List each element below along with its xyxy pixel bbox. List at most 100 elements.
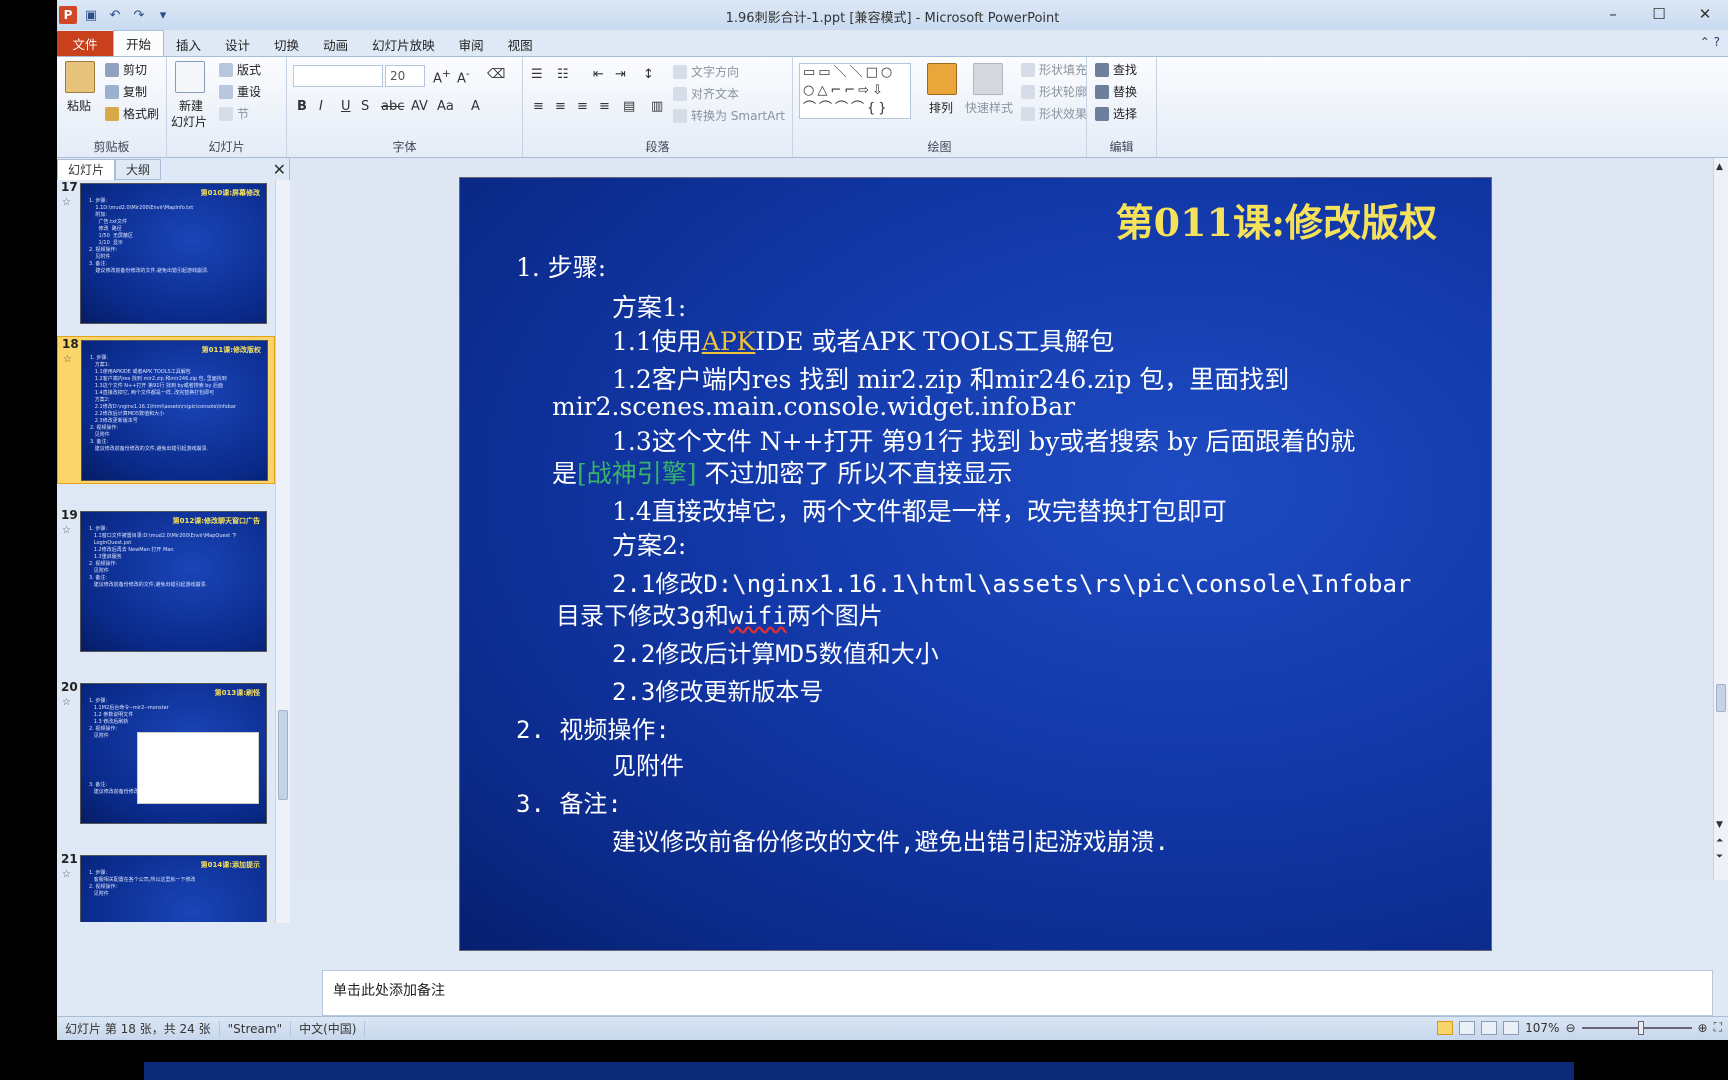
tab-outline[interactable]: 大纲	[115, 158, 162, 180]
normal-view-icon[interactable]	[1437, 1020, 1454, 1035]
slide-thumbnail-19[interactable]: 19 ☆ 第012课:修改聊天窗口广告 1. 步骤: 1.1窗口文件被置目录:D…	[57, 508, 275, 656]
scroll-down-icon[interactable]: ▼	[1716, 820, 1723, 830]
redo-icon[interactable]: ↷	[129, 5, 149, 25]
replace-button[interactable]: 替换	[1095, 83, 1137, 100]
italic-icon[interactable]: I	[319, 99, 323, 114]
align-center-icon[interactable]: ≡	[555, 99, 566, 114]
tab-insert[interactable]: 插入	[164, 32, 213, 56]
layout-icon	[219, 62, 233, 77]
shadow-icon[interactable]: S	[361, 99, 369, 114]
select-button[interactable]: 选择	[1095, 105, 1137, 122]
tab-transitions[interactable]: 切换	[262, 32, 311, 56]
slide-thumbnail-21[interactable]: 21 ☆ 第014课:添加提示 1. 步骤: 客服相关配置在各个公司,所以这里就…	[57, 852, 275, 922]
arrange-button[interactable]: 排列	[929, 99, 953, 116]
increase-indent-icon[interactable]: ⇥	[615, 67, 626, 82]
previous-slide-icon[interactable]: ⏶	[1716, 836, 1723, 846]
paste-button[interactable]: 粘贴	[67, 97, 91, 114]
tab-design[interactable]: 设计	[213, 32, 262, 56]
text-direction-button[interactable]: 文字方向	[673, 63, 739, 80]
bullets-icon[interactable]: ☰	[531, 67, 543, 82]
tab-slides[interactable]: 幻灯片	[57, 158, 116, 180]
distribute-icon[interactable]: ▤	[623, 99, 635, 114]
slide-title[interactable]: 第011课:修改版权	[1116, 192, 1437, 247]
minimize-button[interactable]: –	[1590, 0, 1636, 28]
zoom-level[interactable]: 107%	[1525, 1021, 1559, 1035]
zoom-slider-knob[interactable]	[1637, 1020, 1644, 1035]
editor-scrollbar[interactable]: ▲ ▼ ⏶ ⏷	[1713, 158, 1728, 880]
tab-animations[interactable]: 动画	[311, 32, 360, 56]
next-slide-icon[interactable]: ⏷	[1716, 852, 1723, 862]
numbering-icon[interactable]: ☷	[557, 67, 569, 82]
notes-pane[interactable]: 单击此处添加备注	[322, 970, 1713, 1016]
apk-link[interactable]: APK	[702, 327, 756, 356]
save-icon[interactable]: ▣	[81, 5, 101, 25]
zoom-out-icon[interactable]: ⊖	[1565, 1021, 1575, 1035]
smartart-button[interactable]: 转换为 SmartArt	[673, 107, 785, 124]
tab-slideshow[interactable]: 幻灯片放映	[360, 32, 447, 56]
cut-button[interactable]: 剪切	[105, 61, 147, 78]
slide-thumbnail-20[interactable]: 20 ☆ 第013课:刷怪 1. 步骤: 1.1M2后台命令--mir2--mo…	[57, 680, 275, 828]
align-right-icon[interactable]: ≡	[577, 99, 588, 114]
line-spacing-icon[interactable]: ↕	[643, 67, 654, 82]
close-button[interactable]: ✕	[1682, 0, 1728, 28]
language[interactable]: 中文(中国)	[291, 1020, 366, 1037]
align-text-button[interactable]: 对齐文本	[673, 85, 739, 102]
bold-icon[interactable]: B	[297, 99, 307, 114]
justify-icon[interactable]: ≡	[599, 99, 610, 114]
paste-icon[interactable]	[65, 61, 95, 93]
maximize-button[interactable]: ☐	[1636, 0, 1682, 28]
font-size-box[interactable]: 20	[385, 65, 425, 87]
tab-view[interactable]: 视图	[496, 32, 545, 56]
close-panel-icon[interactable]: ✕	[273, 160, 286, 179]
new-slide-icon[interactable]	[175, 61, 205, 93]
font-color-icon[interactable]: A	[471, 99, 480, 114]
format-painter-button[interactable]: 格式刷	[105, 105, 159, 122]
new-slide-label-2[interactable]: 幻灯片	[171, 113, 207, 130]
decrease-indent-icon[interactable]: ⇤	[593, 67, 604, 82]
customize-quick-access-icon[interactable]: ▾	[153, 5, 173, 25]
tab-review[interactable]: 审阅	[447, 32, 496, 56]
align-left-icon[interactable]: ≡	[533, 99, 544, 114]
tab-home[interactable]: 开始	[113, 30, 165, 56]
arrange-icon[interactable]	[927, 63, 957, 95]
copy-button[interactable]: 复制	[105, 83, 147, 100]
help-icon[interactable]: ⌃ ?	[1700, 35, 1720, 49]
panel-scrollbar[interactable]	[275, 180, 290, 923]
shapes-gallery[interactable]: ▭▭＼＼□○ ○△⌐⌐⇨⇩ ⌒⌒⌒⌒{}	[799, 63, 911, 119]
slide-thumbnail-17[interactable]: 17 ☆ 第010课:屏幕修改 1. 步骤: 1.1D:\mud2.0\Mir2…	[57, 180, 275, 328]
change-case-icon[interactable]: Aa	[437, 99, 454, 114]
slide-thumbnail-18[interactable]: 18 ☆ 第011课:修改版权 1. 步骤: 方案1: 1.1使用APKIDE …	[57, 336, 275, 484]
zoom-in-icon[interactable]: ⊕	[1698, 1021, 1708, 1035]
shape-effects-button[interactable]: 形状效果	[1021, 105, 1087, 122]
slide-sorter-icon[interactable]	[1459, 1020, 1476, 1035]
undo-icon[interactable]: ↶	[105, 5, 125, 25]
quick-styles-button[interactable]: 快速样式	[965, 99, 1013, 116]
section-button[interactable]: 节	[219, 105, 249, 122]
spacing-icon[interactable]: AV	[411, 99, 428, 114]
clear-format-icon[interactable]: ⌫	[487, 67, 505, 82]
shrink-font-icon[interactable]: A-	[457, 67, 470, 86]
zoom-slider[interactable]	[1581, 1020, 1692, 1035]
reading-view-icon[interactable]	[1481, 1020, 1498, 1035]
shape-outline-button[interactable]: 形状轮廓	[1021, 83, 1087, 100]
fit-to-window-icon[interactable]: ⛶	[1714, 1020, 1722, 1035]
font-name-box[interactable]	[293, 65, 383, 87]
quick-styles-icon[interactable]	[973, 63, 1003, 95]
slide-canvas[interactable]: 第011课:修改版权 1. 步骤: 方案1: 1.1使用APKIDE 或者APK…	[460, 178, 1491, 950]
columns-icon[interactable]: ▥	[651, 99, 663, 114]
tab-file[interactable]: 文件	[57, 31, 113, 56]
strikethrough-icon[interactable]: abc	[381, 99, 404, 114]
new-slide-label-1[interactable]: 新建	[179, 97, 203, 114]
editor-scrollbar-thumb[interactable]	[1716, 684, 1726, 712]
slideshow-icon[interactable]	[1503, 1020, 1520, 1035]
underline-icon[interactable]: U	[341, 99, 351, 114]
grow-font-icon[interactable]: A+	[433, 67, 451, 86]
find-button[interactable]: 查找	[1095, 61, 1137, 78]
layout-button[interactable]: 版式	[219, 61, 261, 78]
panel-scrollbar-thumb[interactable]	[278, 710, 288, 800]
reset-button[interactable]: 重设	[219, 83, 261, 100]
scroll-up-icon[interactable]: ▲	[1716, 162, 1723, 172]
theme-name[interactable]: "Stream"	[220, 1020, 292, 1037]
shape-fill-button[interactable]: 形状填充	[1021, 61, 1087, 78]
align-text-icon	[673, 86, 687, 101]
